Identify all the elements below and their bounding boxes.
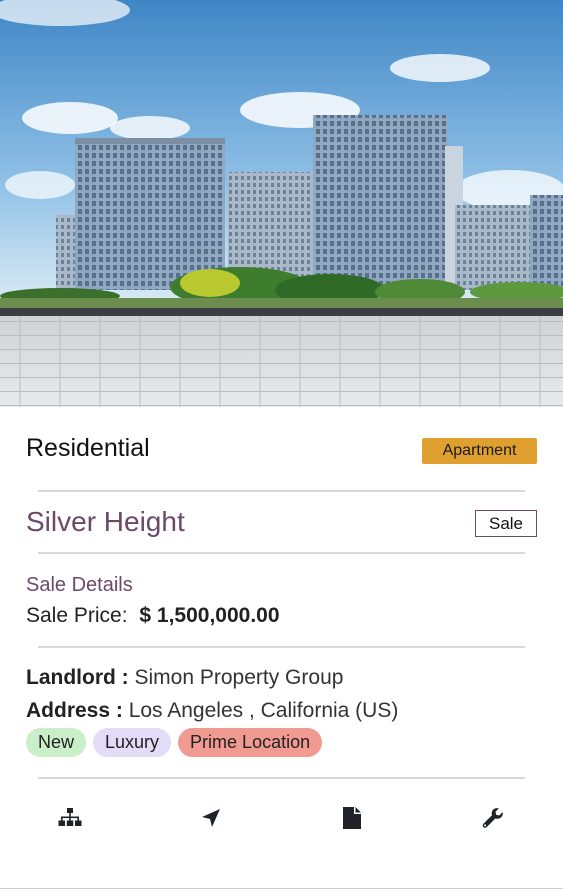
divider xyxy=(38,490,525,492)
tag-new: New xyxy=(26,728,87,757)
divider xyxy=(38,552,525,554)
property-photo xyxy=(0,0,563,407)
document-icon xyxy=(343,807,361,829)
property-name[interactable]: Silver Height xyxy=(26,506,185,538)
directions-button[interactable] xyxy=(193,800,229,836)
landlord-row: Landlord : Simon Property Group xyxy=(26,666,343,690)
listing-status-badge: Sale xyxy=(475,510,537,537)
tag-luxury: Luxury xyxy=(93,728,172,757)
property-type-badge: Apartment xyxy=(422,438,537,464)
sale-price-row: Sale Price: $ 1,500,000.00 xyxy=(26,604,280,628)
maintenance-button[interactable] xyxy=(475,800,511,836)
card-actions xyxy=(0,800,563,836)
sale-price-label: Sale Price: xyxy=(26,604,128,627)
property-card: Residential Apartment Silver Height Sale… xyxy=(0,0,563,890)
sitemap-icon xyxy=(58,808,82,826)
divider xyxy=(38,777,525,779)
sitemap-button[interactable] xyxy=(52,800,88,836)
sale-details-heading: Sale Details xyxy=(26,574,133,596)
tag-list: New Luxury Prime Location xyxy=(26,728,323,757)
address-row: Address : Los Angeles , California (US) xyxy=(26,699,398,723)
property-category: Residential xyxy=(26,434,150,462)
address-label: Address : xyxy=(26,699,123,722)
sale-price-value: $ 1,500,000.00 xyxy=(139,604,280,627)
address-value: Los Angeles , California (US) xyxy=(128,699,399,722)
landlord-value: Simon Property Group xyxy=(134,666,344,689)
wrench-icon xyxy=(482,808,503,828)
divider xyxy=(38,646,525,648)
tag-prime-location: Prime Location xyxy=(178,728,323,757)
landlord-label: Landlord : xyxy=(26,666,129,689)
card-bottom-border xyxy=(0,888,563,889)
location-arrow-icon xyxy=(202,809,220,827)
document-button[interactable] xyxy=(334,800,370,836)
